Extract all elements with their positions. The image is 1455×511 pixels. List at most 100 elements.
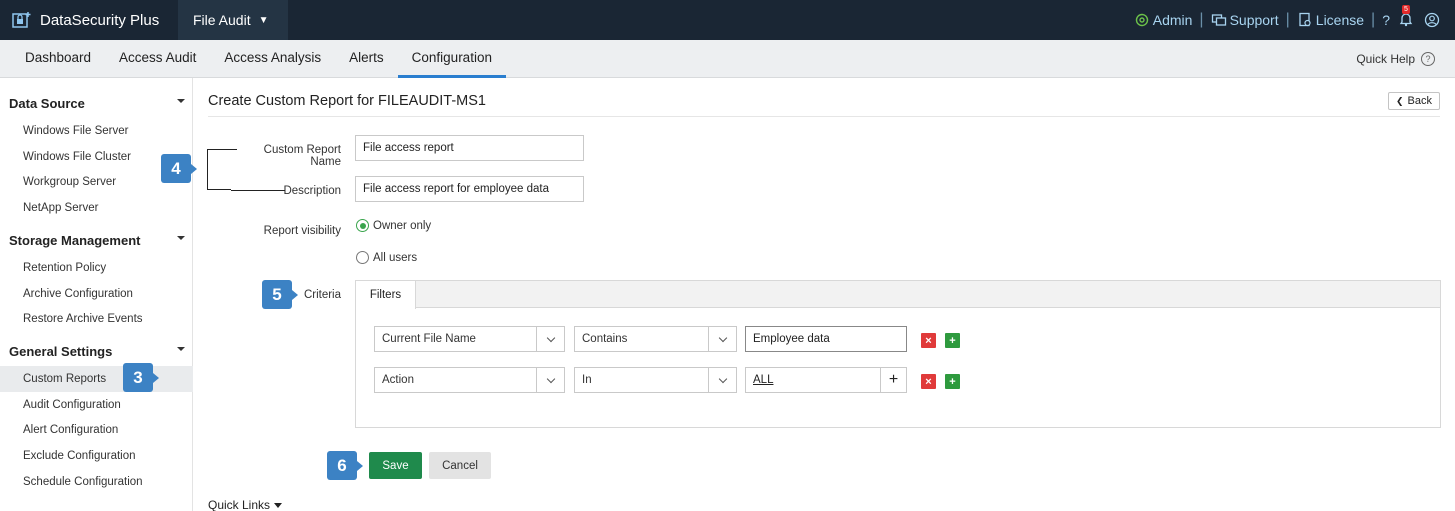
radio-unchecked-icon: [356, 251, 369, 264]
license-icon: [1299, 12, 1311, 27]
separator: |: [1285, 11, 1290, 28]
sidebar-item-netapp-server[interactable]: NetApp Server: [0, 195, 193, 221]
sidebar-section-header[interactable]: Storage Management: [0, 225, 193, 255]
tab-access-analysis[interactable]: Access Analysis: [210, 40, 335, 78]
tab-access-audit[interactable]: Access Audit: [105, 40, 210, 78]
tab-alerts[interactable]: Alerts: [335, 40, 398, 78]
sidebar-item-alert-configuration[interactable]: Alert Configuration: [0, 417, 193, 443]
chevron-down-icon: [708, 368, 736, 392]
back-button[interactable]: ❮ Back: [1388, 92, 1440, 110]
support-link[interactable]: Support: [1211, 12, 1279, 28]
remove-filter-button[interactable]: ×: [921, 333, 936, 348]
tab-dashboard[interactable]: Dashboard: [11, 40, 105, 78]
sidebar-section-title: General Settings: [9, 343, 113, 359]
filter-operator-select[interactable]: Contains: [574, 326, 737, 352]
caret-down-icon: [177, 99, 185, 103]
sidebar-item-schedule-configuration[interactable]: Schedule Configuration: [0, 469, 193, 495]
visibility-label: Report visibility: [263, 225, 341, 237]
filter-value-input[interactable]: ALL +: [745, 367, 907, 393]
radio-label: All users: [373, 251, 418, 264]
filter-value-input[interactable]: Employee data: [745, 326, 907, 352]
sidebar-item-retention-policy[interactable]: Retention Policy: [0, 255, 193, 281]
brand-name: DataSecurity Plus: [40, 11, 160, 29]
filter-field-select[interactable]: Action: [374, 367, 565, 393]
page-title: Create Custom Report for FILEAUDIT-MS1: [208, 93, 486, 109]
select-value: Current File Name: [382, 333, 476, 345]
support-label: Support: [1229, 12, 1279, 28]
title-divider: [208, 116, 1440, 117]
sidebar-item-archive-configuration[interactable]: Archive Configuration: [0, 281, 193, 307]
filter-operator-select[interactable]: In: [574, 367, 737, 393]
chevron-left-icon: ❮: [1395, 95, 1404, 106]
caret-down-icon: [177, 236, 185, 240]
brand[interactable]: DataSecurity Plus: [12, 0, 159, 40]
select-value: In: [582, 374, 592, 386]
sidebar-item-exclude-configuration[interactable]: Exclude Configuration: [0, 443, 193, 469]
report-name-input[interactable]: [355, 135, 584, 161]
step-callout-5: 5: [262, 280, 298, 309]
module-switcher[interactable]: File Audit ▼: [178, 0, 288, 40]
criteria-panel: Filters: [355, 280, 1441, 428]
chevron-down-icon: [708, 327, 736, 351]
main-nav: Dashboard Access Audit Access Analysis Aler…: [0, 40, 1455, 78]
tab-configuration[interactable]: Configuration: [397, 40, 506, 78]
radio-label: Owner only: [373, 219, 432, 232]
filter-field-select[interactable]: Current File Name: [374, 326, 565, 352]
plus-icon[interactable]: +: [880, 368, 906, 392]
back-label: Back: [1407, 95, 1432, 107]
sidebar-item-windows-file-server[interactable]: Windows File Server: [0, 118, 193, 144]
add-filter-button[interactable]: +: [945, 374, 960, 389]
help-icon[interactable]: ?: [1382, 12, 1390, 28]
nav-tabs: Dashboard Access Audit Access Analysis Aler…: [11, 40, 506, 78]
select-value: Contains: [582, 333, 628, 345]
sidebar-section-header[interactable]: General Settings: [0, 336, 193, 366]
step-4-bracket: [207, 149, 231, 190]
help-circle-icon: ?: [1421, 52, 1435, 66]
admin-link[interactable]: Admin: [1134, 12, 1192, 28]
visibility-all-radio[interactable]: All users: [356, 251, 417, 264]
tab-filters[interactable]: Filters: [356, 281, 416, 309]
bracket-line: [231, 149, 237, 150]
separator: |: [1199, 11, 1204, 28]
sidebar-item-restore-archive-events[interactable]: Restore Archive Events: [0, 306, 193, 332]
step-callout-3: 3: [123, 363, 159, 392]
step-callout-6: 6: [327, 451, 363, 480]
license-link[interactable]: License: [1297, 12, 1364, 28]
notification-badge: 5: [1402, 4, 1410, 14]
main-content: Create Custom Report for FILEAUDIT-MS1 ❮…: [194, 78, 1455, 511]
caret-down-icon: [177, 347, 185, 351]
save-button[interactable]: Save: [369, 452, 422, 479]
sidebar-section-general-settings: General Settings Custom Reports Audit Conf…: [0, 336, 193, 494]
quick-links-toggle[interactable]: Quick Links: [208, 498, 283, 511]
sidebar-item-audit-configuration[interactable]: Audit Configuration: [0, 392, 193, 418]
user-icon[interactable]: [1424, 12, 1440, 28]
sidebar-section-storage-management: Storage Management Retention Policy Archiv…: [0, 225, 193, 332]
quick-help-link[interactable]: Quick Help ?: [1356, 40, 1435, 78]
admin-gear-icon: [1135, 13, 1148, 27]
notifications-button[interactable]: 5: [1398, 4, 1417, 30]
separator: |: [1371, 11, 1376, 28]
step-callout-4: 4: [161, 154, 197, 183]
input-value: Employee data: [753, 333, 830, 345]
datasecurity-logo-icon: [12, 12, 31, 28]
caret-down-icon: ▼: [258, 14, 269, 26]
chevron-down-icon: [536, 368, 564, 392]
remove-filter-button[interactable]: ×: [921, 374, 936, 389]
top-bar: DataSecurity Plus File Audit ▼ Admin | S…: [0, 0, 1455, 40]
module-name: File Audit: [193, 12, 251, 28]
add-filter-button[interactable]: +: [945, 333, 960, 348]
select-value: Action: [382, 374, 414, 386]
cancel-button[interactable]: Cancel: [429, 452, 491, 479]
bracket-line: [231, 190, 285, 191]
sidebar-section-header[interactable]: Data Source: [0, 88, 193, 118]
sidebar-item-custom-reports[interactable]: Custom Reports: [0, 366, 193, 392]
description-input[interactable]: [355, 176, 584, 202]
caret-down-icon: [274, 502, 283, 508]
chevron-down-icon: [536, 327, 564, 351]
sidebar: Data Source Windows File Server Windows Fi…: [0, 78, 193, 511]
quick-links-label: Quick Links: [208, 498, 271, 511]
values-link[interactable]: ALL: [753, 374, 773, 386]
report-name-label: Custom Report Name: [263, 144, 341, 168]
visibility-owner-radio[interactable]: Owner only: [356, 219, 431, 232]
quick-help-label: Quick Help: [1356, 52, 1415, 66]
